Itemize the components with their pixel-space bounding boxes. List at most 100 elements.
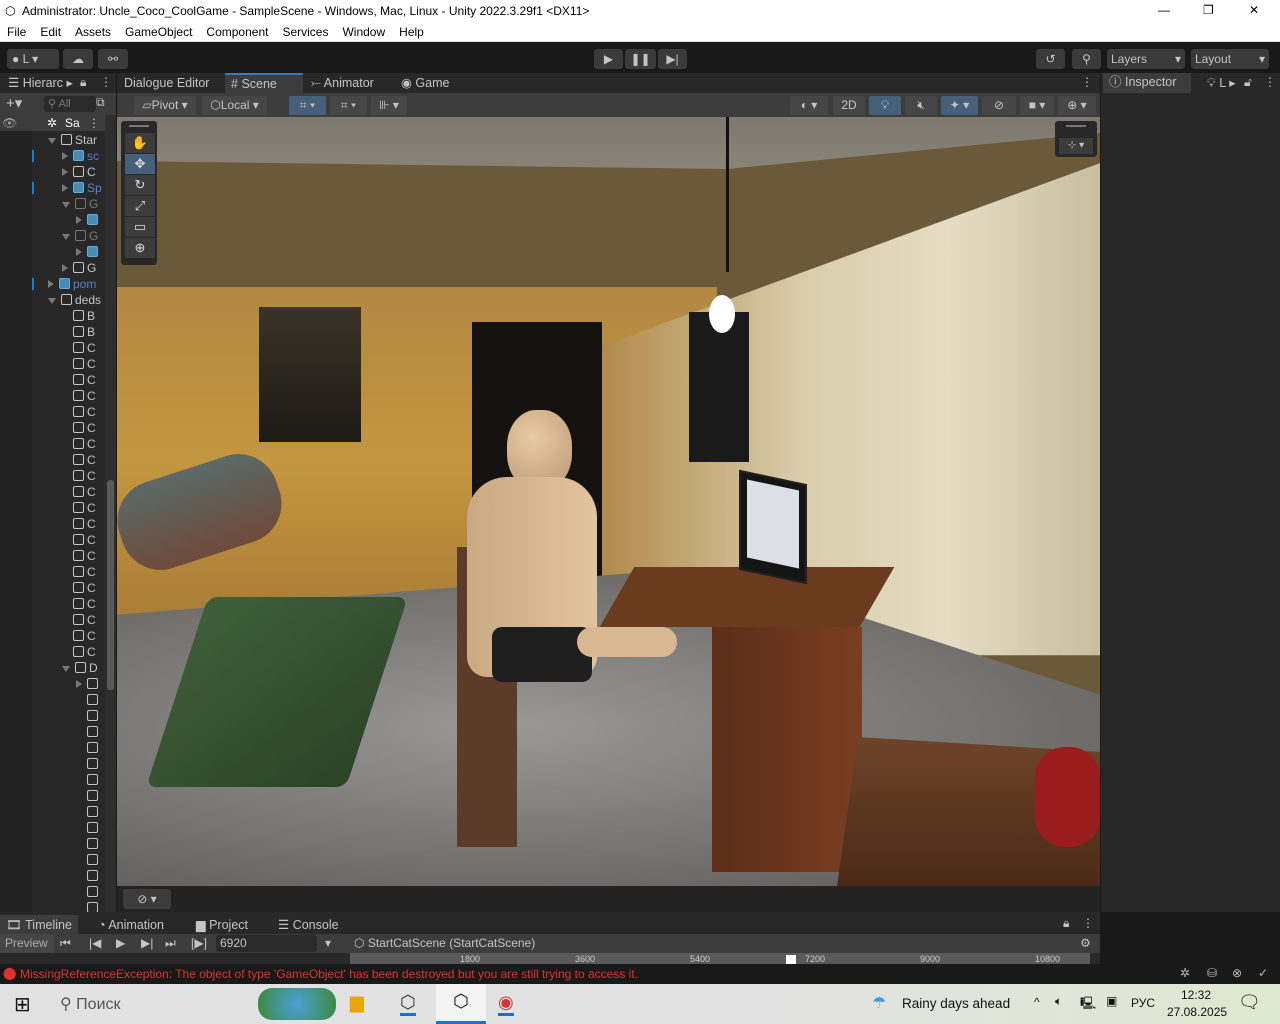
preview-button[interactable]: Preview [0,934,54,953]
hierarchy-item[interactable]: C [62,420,96,436]
hierarchy-scrollbar[interactable] [105,115,116,912]
hierarchy-item[interactable]: C [62,372,96,388]
orientation-overlay[interactable]: ⊹ ▾ [1055,121,1097,157]
expand-arrow-icon[interactable] [48,280,54,288]
hierarchy-item[interactable]: Star [48,132,97,148]
hierarchy-item[interactable]: C [62,452,96,468]
move-tool[interactable]: ✥ [125,154,155,174]
expand-arrow-icon[interactable] [76,680,82,688]
expand-arrow-icon[interactable] [76,248,82,256]
hierarchy-item[interactable]: B [62,324,95,340]
timeline-lock-icon[interactable]: 🔒︎ [1063,916,1069,931]
hierarchy-item[interactable] [76,724,101,740]
inspector-more-icon[interactable]: ⋮ [1264,75,1276,89]
tab-scene[interactable]: # Scene [225,73,303,93]
expand-arrow-icon[interactable] [62,202,70,208]
hierarchy-item[interactable]: C [62,628,96,644]
camera-settings-dropdown[interactable]: ■ ▾ [1020,96,1054,115]
history-icon[interactable]: ↺ [1036,49,1065,69]
scrollbar-thumb[interactable] [107,480,114,690]
hierarchy-item[interactable]: G [62,196,98,212]
more-menu-icon[interactable]: ⋮ [100,75,112,89]
weather-text[interactable]: Rainy days ahead [902,996,1010,1011]
hand-tool[interactable]: ✋ [125,133,155,153]
tab-lighting[interactable]: 💡︎ L ▸ [1201,73,1241,93]
hierarchy-item[interactable]: C [62,596,96,612]
hierarchy-item[interactable]: sc [62,148,99,164]
hierarchy-item[interactable]: C [62,612,96,628]
clock-time[interactable]: 12:32 [1181,988,1211,1002]
hierarchy-item[interactable]: C [62,164,96,180]
close-button[interactable]: ✕ [1249,3,1259,17]
timeline-settings-icon[interactable]: ⚙ [1080,936,1091,950]
hierarchy-item[interactable]: C [62,388,96,404]
hierarchy-item[interactable] [76,756,101,772]
menu-services[interactable]: Services [275,22,335,39]
lighting-toggle[interactable]: 💡︎ [869,96,901,115]
hierarchy-item[interactable]: C [62,516,96,532]
hierarchy-item[interactable]: C [62,404,96,420]
expand-arrow-icon[interactable] [76,216,82,224]
menu-gameobject[interactable]: GameObject [118,22,199,39]
expand-arrow-icon[interactable] [48,138,56,144]
taskbar-search[interactable]: ⚲ Поиск [60,994,121,1014]
menu-component[interactable]: Component [199,22,275,39]
hierarchy-item[interactable] [76,212,101,228]
weather-umbrella-icon[interactable]: ☂ [872,993,886,1013]
expand-arrow-icon[interactable] [62,234,70,240]
scene-viewport[interactable]: ✋ ✥ ↻ ⤢ ▭ ⊕ ⊹ ▾ [117,117,1100,886]
tab-console[interactable]: ☰ Console [272,915,345,935]
hierarchy-item[interactable]: C [62,500,96,516]
menu-help[interactable]: Help [392,22,431,39]
timeline-play-button[interactable]: ▶ [116,936,125,950]
hierarchy-item[interactable]: C [62,564,96,580]
unity-hub-icon[interactable]: ⬡ [400,992,416,1016]
language-indicator[interactable]: РУС [1131,996,1155,1010]
hierarchy-item[interactable]: deds [48,292,101,308]
play-range-button[interactable]: [▶] [191,936,207,950]
timeline-ruler[interactable]: 1800 3600 5400 7200 9000 10800 [350,953,1090,964]
go-to-end-button[interactable]: ⏭ [165,936,176,951]
error-message[interactable]: MissingReferenceException: The object of… [20,967,638,981]
search-icon[interactable]: ⚲ [1072,49,1101,69]
hierarchy-item[interactable]: G [62,260,96,276]
effects-toggle[interactable]: ✦ ▾ [941,96,978,115]
hierarchy-item[interactable] [76,708,101,724]
unity-editor-icon[interactable]: ⬡ [436,984,486,1024]
hierarchy-item[interactable] [76,852,101,868]
bake-icon[interactable]: ⊗ [1232,966,1242,980]
hierarchy-item[interactable]: C [62,484,96,500]
expand-arrow-icon[interactable] [62,184,68,192]
hierarchy-item[interactable] [76,820,101,836]
chrome-icon[interactable]: ◉ [498,992,514,1016]
scene-name[interactable]: Sa [65,116,80,130]
rotate-tool[interactable]: ↻ [125,175,155,195]
hierarchy-item[interactable]: C [62,548,96,564]
inspector-lock-icon[interactable]: 🔓︎ [1244,75,1252,90]
lock-icon[interactable]: 🔒︎ [80,75,86,90]
minimize-button[interactable]: — [1158,3,1170,17]
hierarchy-item[interactable] [76,244,101,260]
play-button[interactable]: ▶ [594,49,623,69]
version-control-icon[interactable]: ⚯ [98,49,128,69]
tab-animator[interactable]: ⤚ Animator [305,73,380,93]
previous-frame-button[interactable]: |◀ [89,936,101,950]
increment-snap-toggle[interactable]: ⌗ ▾ [330,96,367,115]
clock-date[interactable]: 27.08.2025 [1167,1005,1227,1019]
next-frame-button[interactable]: ▶| [141,936,153,950]
menu-file[interactable]: File [0,22,33,39]
local-toggle[interactable]: ⬡Local ▾ [202,96,267,115]
rect-tool[interactable]: ▭ [125,217,155,237]
windows-start-icon[interactable]: ⊞ [14,992,31,1017]
expand-arrow-icon[interactable] [48,298,56,304]
hierarchy-item[interactable]: pom [48,276,96,292]
timeline-asset-breadcrumb[interactable]: ⬡ StartCatScene (StartCatScene) [354,936,535,950]
tab-timeline[interactable]: 🎞︎ Timeline [0,915,78,935]
hierarchy-item[interactable]: C [62,644,96,660]
scale-tool[interactable]: ⤢ [125,196,155,216]
hierarchy-item[interactable]: Sp [62,180,102,196]
expand-arrow-icon[interactable] [62,152,68,160]
hierarchy-item[interactable]: C [62,468,96,484]
expand-arrow-icon[interactable] [62,264,68,272]
gizmos-dropdown[interactable]: ⊕ ▾ [1058,96,1096,115]
